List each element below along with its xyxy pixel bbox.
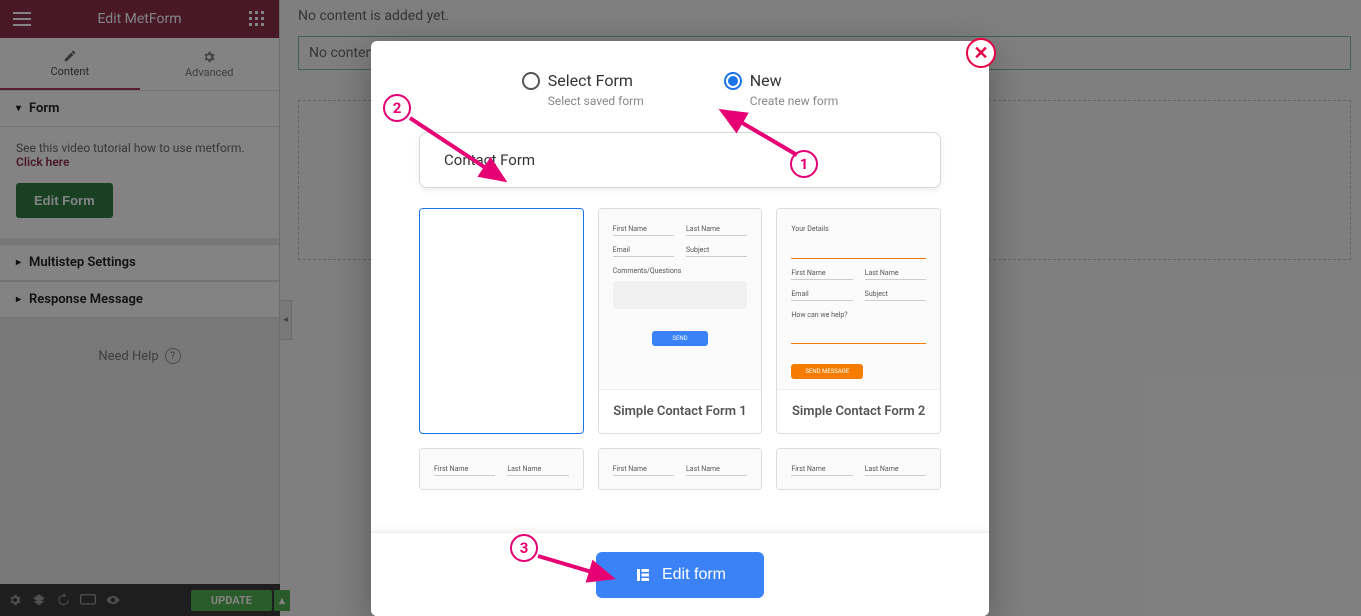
tpl-field: Last Name [686,465,747,476]
tpl-field: Last Name [865,269,926,280]
tpl-field: Last Name [507,465,568,476]
form-name-input[interactable]: Contact Form [419,132,941,188]
tpl-field: Subject [686,246,747,257]
tpl-textarea [613,281,748,309]
tpl-field: First Name [434,465,495,476]
form-name-value: Contact Form [444,151,535,169]
tpl-section-title: Your Details [791,225,926,259]
template-simple-contact-1[interactable]: First Name Last Name Email Subject Comment… [598,208,763,434]
tpl-field: Subject [865,290,926,301]
template-grid: First Name Last Name Email Subject Comment… [371,208,989,510]
tpl-submit-button: SEND [652,331,708,346]
template-label: Simple Contact Form 1 [599,389,762,433]
radio-select-form-label: Select Form [548,71,633,90]
modal-mode-selector: Select Form Select saved form New Create… [371,41,989,132]
tpl-field: First Name [791,465,852,476]
radio-select-form-sub: Select saved form [548,94,644,108]
modal-edit-form-label: Edit form [662,566,726,584]
radio-unchecked-icon [522,72,540,90]
tpl-field: Last Name [686,225,747,236]
form-picker-modal: Select Form Select saved form New Create… [371,41,989,616]
annotation-badge-1: 1 [790,150,818,178]
radio-select-form[interactable]: Select Form Select saved form [522,71,644,108]
tpl-field: Email [791,290,852,301]
modal-footer: Edit form [371,532,989,616]
modal-close-button[interactable]: ✕ [966,38,996,68]
radio-checked-icon [724,72,742,90]
tpl-field: Comments/Questions [613,267,748,277]
modal-edit-form-button[interactable]: Edit form [596,552,764,598]
template-row2-c[interactable]: First Name Last Name [776,448,941,490]
template-row2-a[interactable]: First Name Last Name [419,448,584,490]
tpl-field: Last Name [865,465,926,476]
close-icon: ✕ [973,43,988,64]
template-simple-contact-2[interactable]: Your Details First Name Last Name Email Su… [776,208,941,434]
template-row2-b[interactable]: First Name Last Name [598,448,763,490]
tpl-field: First Name [613,225,674,236]
tpl-field: First Name [791,269,852,280]
annotation-badge-3: 3 [510,534,538,562]
tpl-field: First Name [613,465,674,476]
template-label: Simple Contact Form 2 [777,389,940,433]
elementor-icon [634,566,652,584]
tpl-field: How can we help? [791,311,926,345]
tpl-field: Email [613,246,674,257]
radio-new-form[interactable]: New Create new form [724,71,839,108]
radio-new-form-sub: Create new form [750,94,839,108]
tpl-submit-button: SEND MESSAGE [791,364,863,379]
template-blank[interactable] [419,208,584,434]
annotation-badge-2: 2 [383,94,411,122]
radio-new-form-label: New [750,71,782,90]
